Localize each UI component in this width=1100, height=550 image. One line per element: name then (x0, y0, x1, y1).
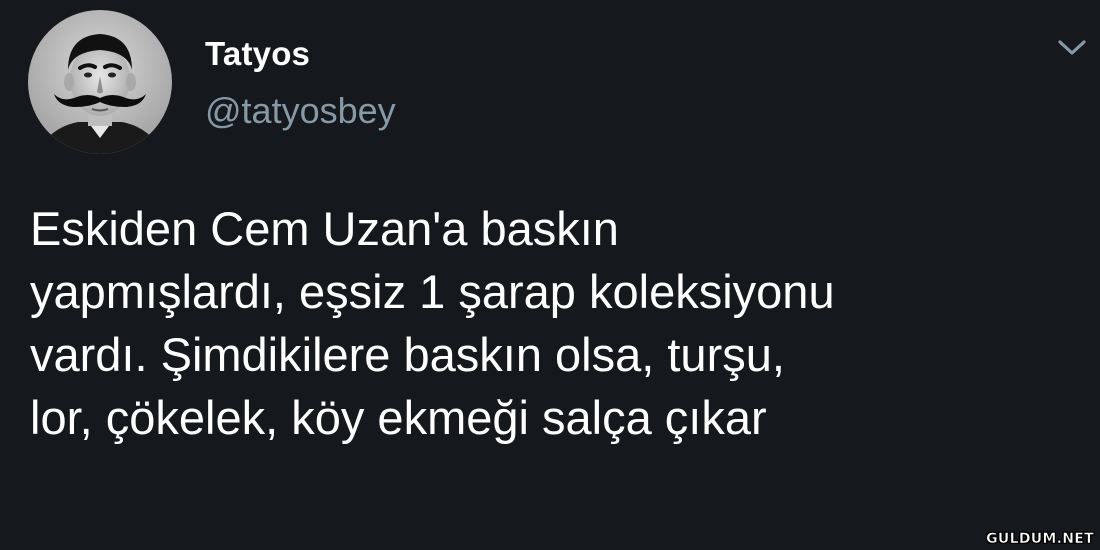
tweet-menu-button[interactable] (1053, 32, 1091, 64)
tweet-card: Tatyos @tatyosbey Eskiden Cem Uzan'a bas… (0, 0, 1100, 550)
tweet-text-line: lor, çökelek, köy ekmeği salça çıkar (30, 391, 767, 444)
watermark: GULDUM.NET (986, 531, 1094, 548)
username[interactable]: @tatyosbey (205, 90, 396, 132)
avatar[interactable] (28, 10, 172, 154)
tweet-text-line: Eskiden Cem Uzan'a baskın (30, 202, 619, 255)
chevron-down-icon (1058, 40, 1086, 55)
tweet-text-line: yapmışlardı, eşsiz 1 şarap koleksiyonu (30, 265, 835, 318)
tweet-text: Eskiden Cem Uzan'a baskın yapmışlardı, e… (30, 197, 1080, 449)
tweet-text-line: vardı. Şimdikilere baskın olsa, turşu, (30, 328, 785, 381)
display-name[interactable]: Tatyos (205, 35, 310, 73)
portrait-avatar-icon (28, 10, 172, 154)
